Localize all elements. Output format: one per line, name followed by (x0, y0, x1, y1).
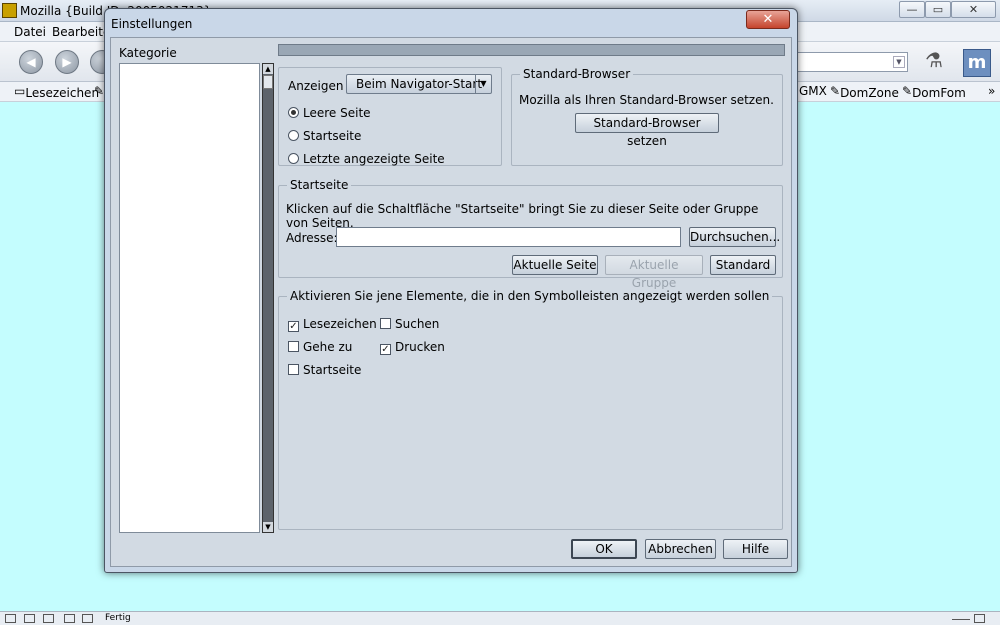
security-lock-icon (974, 614, 985, 623)
checkbox[interactable] (380, 318, 391, 329)
dialog-close-button[interactable]: ✕ (746, 10, 790, 29)
chat-icon[interactable] (82, 614, 93, 623)
dialog-title: Einstellungen (111, 17, 193, 31)
navigator-icon[interactable] (5, 614, 16, 623)
online-icon[interactable] (952, 619, 970, 625)
checkbox[interactable] (288, 364, 299, 375)
status-text: Fertig (105, 613, 131, 623)
checkbox-gehe-zu[interactable]: Gehe zu (288, 340, 352, 356)
homepage-address-input[interactable] (336, 227, 681, 247)
radio-label: Letzte angezeigte Seite (303, 152, 445, 166)
url-input[interactable]: ▼ (790, 52, 908, 72)
radio-button[interactable] (288, 130, 299, 141)
mozilla-throbber-icon[interactable]: m (963, 49, 991, 77)
set-default-browser-button[interactable]: Standard-Browser setzen (575, 113, 719, 148)
default-browser-title: Standard-Browser (520, 67, 634, 81)
radio-startseite[interactable]: Startseite (288, 129, 361, 145)
toolbar-items-group: Aktivieren Sie jene Elemente, die in den… (278, 289, 783, 530)
checkbox-label: Suchen (395, 317, 440, 331)
dialog-body: Kategorie ▲ ▼ Anzeigen Beim Navigator-St… (110, 37, 792, 567)
startup-select-value: Beim Navigator-Start (356, 77, 483, 91)
bookmark-lesezeichen[interactable]: ▭ Lesezeichen (14, 84, 99, 100)
use-current-group-button[interactable]: Aktuelle Gruppe (605, 255, 703, 290)
maximize-button[interactable]: ▭ (925, 1, 951, 18)
browser-close-button[interactable]: ✕ (951, 1, 996, 18)
preferences-dialog: Einstellungen ✕ Kategorie ▲ ▼ Anzeigen B… (104, 8, 798, 573)
address-label: Adresse: (286, 231, 338, 245)
homepage-text: Klicken auf die Schaltfläche "Startseite… (286, 202, 759, 230)
category-scrollbar[interactable]: ▲ ▼ (262, 63, 274, 533)
checkbox-checked[interactable]: ✓ (380, 344, 391, 355)
use-current-page-button[interactable]: Aktuelle Seite (512, 255, 598, 275)
radio-button-checked[interactable] (288, 107, 299, 118)
radio-leere-seite[interactable]: Leere Seite (288, 106, 371, 122)
cancel-button[interactable]: Abbrechen (645, 539, 716, 559)
anzeigen-label: Anzeigen (288, 79, 344, 93)
menu-datei[interactable]: Datei (14, 25, 46, 39)
category-tree[interactable] (119, 63, 260, 533)
url-dropdown-icon[interactable]: ▼ (893, 56, 905, 68)
composer-icon[interactable] (43, 614, 54, 623)
dropdown-arrow-icon[interactable]: ▼ (475, 75, 491, 93)
mozilla-app-icon (2, 3, 17, 18)
checkbox-label: Drucken (395, 340, 445, 354)
checkbox-suchen[interactable]: Suchen (380, 317, 439, 333)
minimize-button[interactable]: — (899, 1, 925, 18)
bookmark-domzone[interactable]: ✎ DomZone (830, 84, 899, 100)
checkbox-checked[interactable]: ✓ (288, 321, 299, 332)
bookmark-lesezeichen-label: Lesezeichen (25, 86, 100, 100)
startup-group: Anzeigen Beim Navigator-Start ▼ Leere Se… (278, 67, 502, 166)
browser-statusbar: Fertig (0, 611, 1000, 625)
forward-icon[interactable]: ▶ (55, 50, 79, 74)
homepage-group: Startseite Klicken auf die Schaltfläche … (278, 178, 783, 290)
checkbox-drucken[interactable]: ✓ Drucken (380, 340, 445, 356)
radio-button[interactable] (288, 153, 299, 164)
panel-header-bar (278, 44, 785, 56)
mail-icon[interactable] (24, 614, 35, 623)
browse-button[interactable]: Durchsuchen... (689, 227, 780, 247)
bookmark-folder-icon: ✎ (94, 84, 105, 98)
default-browser-text: Mozilla als Ihren Standard-Browser setze… (519, 93, 774, 107)
bookmark-gmx[interactable]: GMX (799, 84, 827, 98)
back-icon[interactable]: ◀ (19, 50, 43, 74)
startup-select[interactable]: Beim Navigator-Start ▼ (346, 74, 492, 94)
help-button[interactable]: Hilfe (723, 539, 788, 559)
checkbox-startseite[interactable]: Startseite (288, 363, 361, 379)
checkbox-lesezeichen[interactable]: ✓ Lesezeichen (288, 317, 377, 333)
checkbox-label: Startseite (303, 363, 362, 377)
checkbox[interactable] (288, 341, 299, 352)
checkbox-label: Lesezeichen (303, 317, 377, 331)
toolbar-items-title: Aktivieren Sie jene Elemente, die in den… (287, 289, 773, 303)
bookmarks-overflow-icon[interactable]: » (988, 84, 995, 98)
radio-label: Startseite (303, 129, 362, 143)
default-browser-group: Standard-Browser Mozilla als Ihren Stand… (511, 67, 783, 166)
bookmark-domfom-label: DomFom (912, 86, 966, 100)
radio-label: Leere Seite (303, 106, 371, 120)
search-icon[interactable]: ⚗ (925, 48, 955, 74)
bookmark-domzone-label: DomZone (840, 86, 899, 100)
scroll-down-icon[interactable]: ▼ (263, 522, 273, 532)
radio-letzte-seite[interactable]: Letzte angezeigte Seite (288, 152, 445, 168)
scroll-up-icon[interactable]: ▲ (263, 64, 273, 74)
checkbox-label: Gehe zu (303, 340, 353, 354)
restore-default-button[interactable]: Standard (710, 255, 776, 275)
bookmark-domfom[interactable]: ✎ DomFom (902, 84, 966, 100)
homepage-title: Startseite (287, 178, 352, 192)
scroll-thumb[interactable] (263, 75, 273, 89)
category-label: Kategorie (119, 46, 177, 60)
addressbook-icon[interactable] (64, 614, 75, 623)
ok-button[interactable]: OK (571, 539, 637, 559)
